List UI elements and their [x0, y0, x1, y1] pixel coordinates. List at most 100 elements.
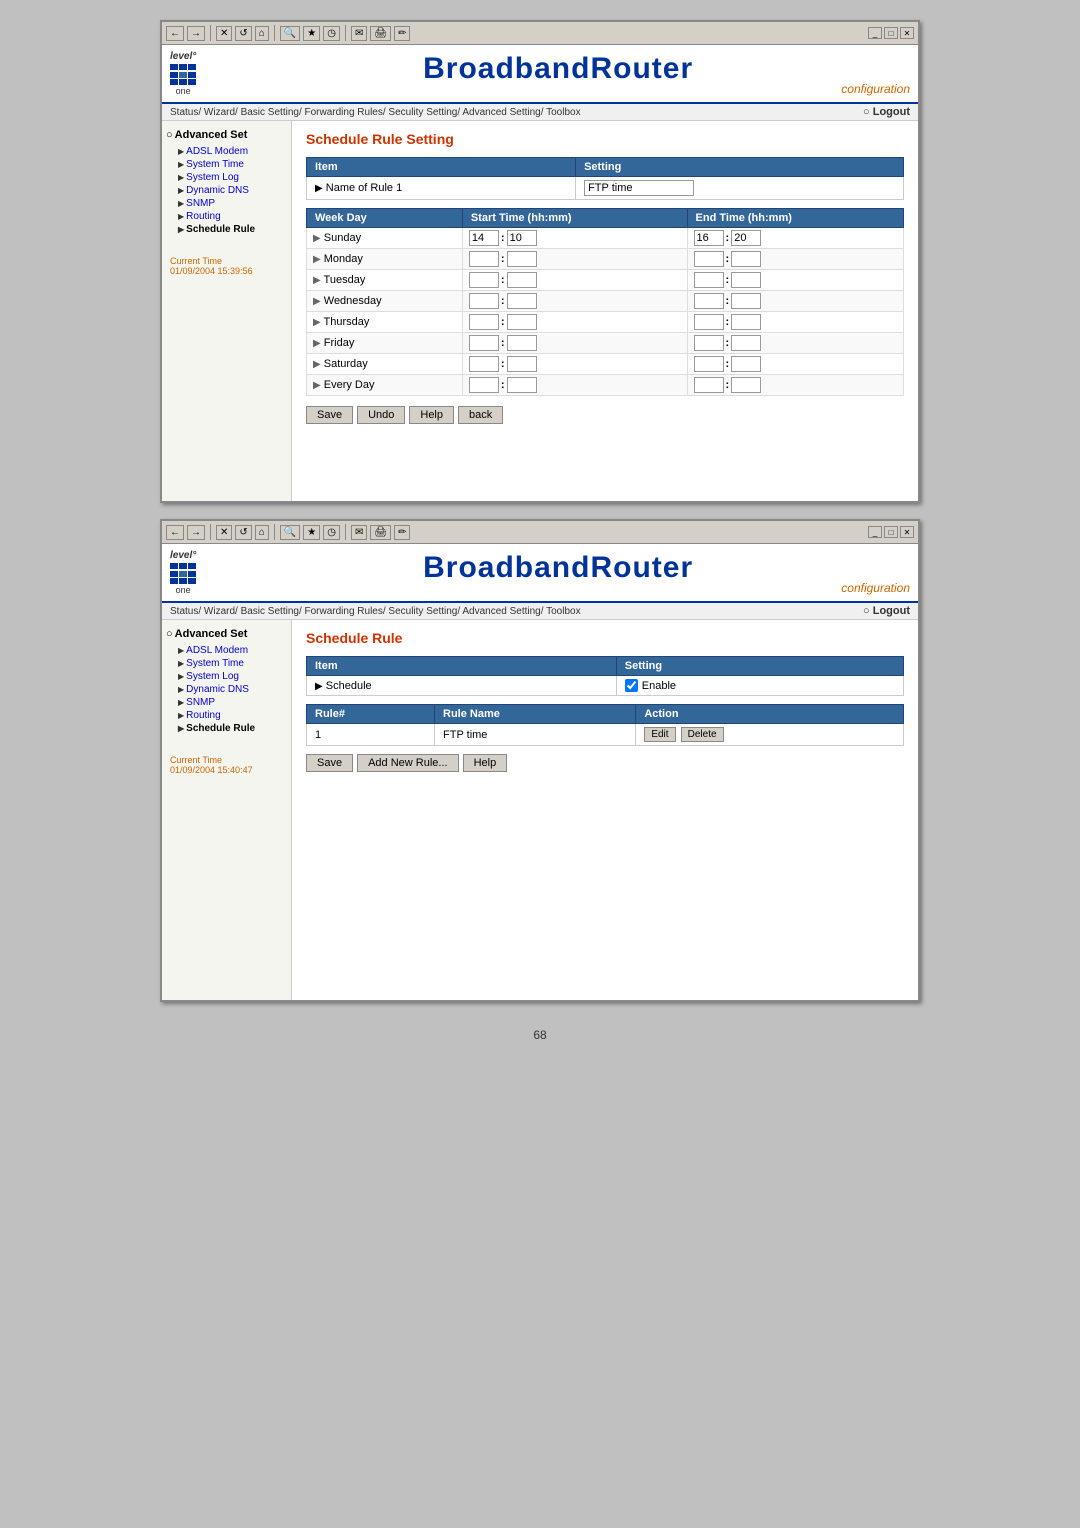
- end-hour-thursday[interactable]: [694, 314, 724, 330]
- start-hour-everyday[interactable]: [469, 377, 499, 393]
- help-button-2[interactable]: Help: [463, 754, 508, 772]
- close-button-2[interactable]: ✕: [900, 526, 914, 538]
- save-button-2[interactable]: Save: [306, 754, 353, 772]
- forward-button-1[interactable]: →: [187, 26, 205, 41]
- sidebar-item-systemtime-2[interactable]: ▶ System Time: [166, 657, 287, 670]
- sidebar-item-ddns-2[interactable]: ▶ Dynamic DNS: [166, 683, 287, 696]
- edit-rule-button-1[interactable]: Edit: [644, 727, 675, 742]
- end-hour-everyday[interactable]: [694, 377, 724, 393]
- sidebar-item-adsl-2[interactable]: ▶ ADSL Modem: [166, 644, 287, 657]
- start-min-everyday[interactable]: [507, 377, 537, 393]
- end-min-everyday[interactable]: [731, 377, 761, 393]
- sidebar-item-snmp-1[interactable]: ▶ SNMP: [166, 197, 287, 210]
- end-hour-monday[interactable]: [694, 251, 724, 267]
- start-hour-wednesday[interactable]: [469, 293, 499, 309]
- logout-button-2[interactable]: ○ Logout: [863, 605, 910, 617]
- history-button-1[interactable]: ◷: [323, 26, 340, 41]
- home-button-2[interactable]: ⌂: [255, 525, 269, 540]
- start-hour-tuesday[interactable]: [469, 272, 499, 288]
- sidebar-item-routing-1[interactable]: ▶ Routing: [166, 210, 287, 223]
- end-min-friday[interactable]: [731, 335, 761, 351]
- end-hour-tuesday[interactable]: [694, 272, 724, 288]
- back-button-2[interactable]: ←: [166, 525, 184, 540]
- help-button-1[interactable]: Help: [409, 406, 454, 424]
- save-button-1[interactable]: Save: [306, 406, 353, 424]
- sidebar-item-routing-2[interactable]: ▶ Routing: [166, 709, 287, 722]
- minimize-button-1[interactable]: _: [868, 27, 882, 39]
- toolbar-sep-4: [210, 524, 211, 540]
- favorites-button-2[interactable]: ★: [303, 525, 320, 540]
- browser-window-2: ← → ✕ ↺ ⌂ 🔍 ★ ◷ ✉ 🖨 ✏ _ □ ✕ l: [160, 519, 920, 1002]
- sidebar-item-systemtime-1[interactable]: ▶ System Time: [166, 158, 287, 171]
- sidebar-header-2[interactable]: ○ Advanced Set: [166, 628, 287, 640]
- history-button-2[interactable]: ◷: [323, 525, 340, 540]
- edit-button-2[interactable]: ✏: [394, 525, 410, 540]
- end-min-wednesday[interactable]: [731, 293, 761, 309]
- sidebar-item-schedule-2[interactable]: ▶ Schedule Rule: [166, 722, 287, 735]
- rule-name-input-1[interactable]: [584, 180, 694, 196]
- undo-button-1[interactable]: Undo: [357, 406, 405, 424]
- sidebar-item-syslog-1[interactable]: ▶ System Log: [166, 171, 287, 184]
- sidebar-item-adsl-1[interactable]: ▶ ADSL Modem: [166, 145, 287, 158]
- end-hour-wednesday[interactable]: [694, 293, 724, 309]
- restore-button-1[interactable]: □: [884, 27, 898, 39]
- logout-button-1[interactable]: ○ Logout: [863, 106, 910, 118]
- start-min-thursday[interactable]: [507, 314, 537, 330]
- day-thursday: ▶ Thursday: [307, 312, 463, 333]
- favorites-button-1[interactable]: ★: [303, 26, 320, 41]
- sidebar-item-ddns-1[interactable]: ▶ Dynamic DNS: [166, 184, 287, 197]
- print-button-2[interactable]: 🖨: [370, 525, 391, 540]
- back-button-1[interactable]: ←: [166, 26, 184, 41]
- end-hour-friday[interactable]: [694, 335, 724, 351]
- end-hour-saturday[interactable]: [694, 356, 724, 372]
- end-time-friday: :: [687, 333, 903, 354]
- page-number: 68: [160, 1018, 920, 1052]
- mail-button-2[interactable]: ✉: [351, 525, 367, 540]
- triangle-icon-2: ▶: [178, 160, 184, 169]
- edit-button-1[interactable]: ✏: [394, 26, 410, 41]
- sidebar-header-1[interactable]: ○ Advanced Set: [166, 129, 287, 141]
- refresh-button-1[interactable]: ↺: [235, 26, 251, 41]
- search-button-1[interactable]: 🔍: [280, 26, 300, 41]
- forward-button-2[interactable]: →: [187, 525, 205, 540]
- minimize-button-2[interactable]: _: [868, 526, 882, 538]
- mail-button-1[interactable]: ✉: [351, 26, 367, 41]
- sidebar-item-snmp-2[interactable]: ▶ SNMP: [166, 696, 287, 709]
- start-min-monday[interactable]: [507, 251, 537, 267]
- start-hour-sunday[interactable]: [469, 230, 499, 246]
- refresh-button-2[interactable]: ↺: [235, 525, 251, 540]
- sidebar-item-schedule-1[interactable]: ▶ Schedule Rule: [166, 223, 287, 236]
- close-button-1[interactable]: ✕: [900, 27, 914, 39]
- nav-bar-1: Status/ Wizard/ Basic Setting/ Forwardin…: [162, 104, 918, 121]
- end-min-thursday[interactable]: [731, 314, 761, 330]
- brand-sub-2: one: [176, 585, 191, 595]
- sidebar-2: ○ Advanced Set ▶ ADSL Modem ▶ System Tim…: [162, 620, 292, 1000]
- start-min-wednesday[interactable]: [507, 293, 537, 309]
- stop-button-1[interactable]: ✕: [216, 26, 232, 41]
- end-min-monday[interactable]: [731, 251, 761, 267]
- start-min-saturday[interactable]: [507, 356, 537, 372]
- start-min-sunday[interactable]: [507, 230, 537, 246]
- start-hour-saturday[interactable]: [469, 356, 499, 372]
- start-hour-friday[interactable]: [469, 335, 499, 351]
- end-min-sunday[interactable]: [731, 230, 761, 246]
- print-button-1[interactable]: 🖨: [370, 26, 391, 41]
- start-hour-thursday[interactable]: [469, 314, 499, 330]
- add-new-rule-button[interactable]: Add New Rule...: [357, 754, 458, 772]
- end-min-tuesday[interactable]: [731, 272, 761, 288]
- toolbar-sep-6: [345, 524, 346, 540]
- stop-button-2[interactable]: ✕: [216, 525, 232, 540]
- start-hour-monday[interactable]: [469, 251, 499, 267]
- home-button-1[interactable]: ⌂: [255, 26, 269, 41]
- sidebar-item-syslog-2[interactable]: ▶ System Log: [166, 670, 287, 683]
- enable-checkbox-2[interactable]: [625, 679, 638, 692]
- search-button-2[interactable]: 🔍: [280, 525, 300, 540]
- delete-rule-button-1[interactable]: Delete: [681, 727, 724, 742]
- end-min-saturday[interactable]: [731, 356, 761, 372]
- start-min-tuesday[interactable]: [507, 272, 537, 288]
- end-hour-sunday[interactable]: [694, 230, 724, 246]
- restore-button-2[interactable]: □: [884, 526, 898, 538]
- rule-row-1: 1 FTP time Edit Delete: [307, 724, 904, 746]
- start-min-friday[interactable]: [507, 335, 537, 351]
- back-button-form-1[interactable]: back: [458, 406, 503, 424]
